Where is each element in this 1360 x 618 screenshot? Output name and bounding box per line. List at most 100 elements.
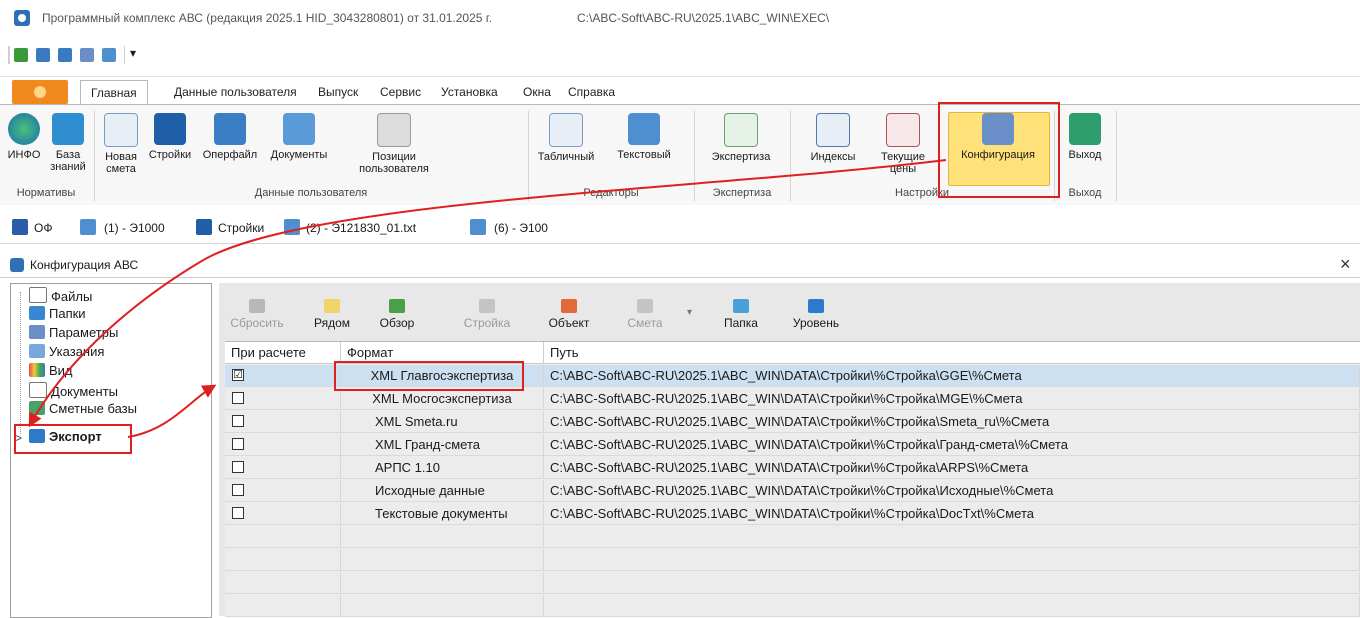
format-cell: XML Smeta.ru <box>341 411 544 433</box>
tab-windows[interactable]: Окна <box>523 80 551 104</box>
calc-checkbox[interactable] <box>232 484 244 496</box>
column-header-calc[interactable]: При расчете <box>225 342 341 364</box>
app-icon[interactable] <box>14 10 30 26</box>
tab-user-data[interactable]: Данные пользователя <box>174 80 297 104</box>
tab-service[interactable]: Сервис <box>380 80 421 104</box>
buildings-icon[interactable] <box>58 48 72 62</box>
table-row[interactable]: XML Гранд-смета C:\ABC-Soft\ABC-RU\2025.… <box>225 434 1360 456</box>
add-object-icon <box>561 299 577 313</box>
format-cell: XML Мосгосэкспертиза <box>341 388 544 410</box>
qat-separator <box>124 46 125 64</box>
expertise-button[interactable]: Экспертиза <box>700 105 782 163</box>
buildings-icon <box>196 219 212 235</box>
new-document-icon <box>104 113 138 147</box>
path-cell[interactable]: C:\ABC-Soft\ABC-RU\2025.1\ABC_WIN\DATA\С… <box>544 365 1360 387</box>
user-positions-button[interactable]: Позиции пользователя <box>346 105 442 175</box>
operfile-button[interactable]: Оперфайл <box>198 105 262 161</box>
calc-checkbox[interactable] <box>232 438 244 450</box>
title-bar: Программный комплекс АВС (редакция 2025.… <box>0 0 1360 36</box>
tree-icon[interactable] <box>36 48 50 62</box>
text-editor-button[interactable]: Текстовый <box>608 105 680 161</box>
doc-tab-e1000[interactable]: (1) - Э1000 <box>104 221 165 235</box>
table-row[interactable]: XML Мосгосэкспертиза C:\ABC-Soft\ABC-RU\… <box>225 388 1360 410</box>
new-folder-icon <box>733 299 749 313</box>
knowledge-base-button[interactable]: База знаний <box>46 105 90 173</box>
path-cell[interactable]: C:\ABC-Soft\ABC-RU\2025.1\ABC_WIN\DATA\С… <box>544 480 1360 502</box>
qat-divider <box>8 46 10 64</box>
object-button[interactable]: Объект <box>539 293 599 330</box>
qat-dropdown-icon[interactable]: ▾ <box>130 46 136 60</box>
folder-button[interactable]: Папка <box>713 293 769 330</box>
tree-item-documents[interactable]: Документы <box>29 382 118 399</box>
current-prices-button[interactable]: Текущие цены <box>870 105 936 175</box>
table-row[interactable]: XML Smeta.ru C:\ABC-Soft\ABC-RU\2025.1\A… <box>225 411 1360 433</box>
tree-item-parameters[interactable]: Параметры <box>29 325 118 340</box>
documents-icon <box>283 113 315 145</box>
tab-output[interactable]: Выпуск <box>318 80 358 104</box>
table-row[interactable]: Исходные данные C:\ABC-Soft\ABC-RU\2025.… <box>225 480 1360 502</box>
group-label-editors: Редакторы <box>583 187 639 199</box>
file-icon <box>29 287 47 303</box>
tab-main[interactable]: Главная <box>80 80 148 105</box>
column-header-path[interactable]: Путь <box>544 342 1360 364</box>
new-estimate-button[interactable]: Новая смета <box>98 105 144 175</box>
browse-button[interactable]: Обзор <box>369 293 425 330</box>
config-window-title: Конфигурация АВС <box>30 258 139 272</box>
reset-button[interactable]: Сбросить <box>225 293 289 330</box>
smeta-dropdown-icon[interactable]: ▾ <box>687 307 692 318</box>
tree-item-folders[interactable]: Папки <box>29 306 86 321</box>
config-window-titlebar: Конфигурация АВС × <box>0 253 1360 278</box>
path-cell[interactable]: C:\ABC-Soft\ABC-RU\2025.1\ABC_WIN\DATA\С… <box>544 411 1360 433</box>
construction-icon <box>214 113 246 145</box>
edit-icon[interactable] <box>102 48 116 62</box>
format-cell: Исходные данные <box>341 480 544 502</box>
format-cell: АРПС 1.10 <box>341 457 544 479</box>
path-cell[interactable]: C:\ABC-Soft\ABC-RU\2025.1\ABC_WIN\DATA\С… <box>544 457 1360 479</box>
group-label-norms: Нормативы <box>16 187 76 199</box>
indexes-button[interactable]: Индексы <box>800 105 866 163</box>
annotation-box-format <box>334 361 524 391</box>
info-button[interactable]: ИНФО <box>2 105 46 161</box>
doc-tab-stroyki[interactable]: Стройки <box>218 221 264 235</box>
tree-item-files[interactable]: Файлы <box>29 287 92 304</box>
exit-button[interactable]: Выход <box>1058 105 1112 161</box>
close-icon[interactable]: × <box>1340 254 1351 275</box>
quick-access-toolbar: ▾ <box>0 36 1360 77</box>
table-row[interactable]: Текстовые документы C:\ABC-Soft\ABC-RU\2… <box>225 503 1360 525</box>
tree-item-view[interactable]: Вид <box>29 363 73 378</box>
browse-tree-icon <box>389 299 405 313</box>
doc-tab-of[interactable]: ОФ <box>34 221 52 235</box>
doc-tab-e121830[interactable]: (2) - Э121830_01.txt <box>306 221 416 235</box>
path-cell[interactable]: C:\ABC-Soft\ABC-RU\2025.1\ABC_WIN\DATA\С… <box>544 388 1360 410</box>
empty-row <box>225 572 1360 594</box>
calc-checkbox[interactable] <box>232 392 244 404</box>
empty-row <box>225 595 1360 617</box>
stroyki-button[interactable]: Стройки <box>144 105 196 161</box>
table-row[interactable]: АРПС 1.10 C:\ABC-Soft\ABC-RU\2025.1\ABC_… <box>225 457 1360 479</box>
path-cell[interactable]: C:\ABC-Soft\ABC-RU\2025.1\ABC_WIN\DATA\С… <box>544 434 1360 456</box>
calc-checkbox[interactable] <box>232 461 244 473</box>
file-menu-button[interactable] <box>12 80 68 104</box>
refresh-icon[interactable] <box>14 48 28 62</box>
stroyka-button[interactable]: Стройка <box>451 293 523 330</box>
export-toolbar: Сбросить Рядом Обзор Стройка Объект Смет… <box>219 293 1019 337</box>
calc-checkbox[interactable] <box>232 507 244 519</box>
table-editor-button[interactable]: Табличный <box>532 105 600 163</box>
empty-row <box>225 526 1360 548</box>
documents-button[interactable]: Документы <box>262 105 336 161</box>
config-icon[interactable] <box>80 48 94 62</box>
tree-item-instructions[interactable]: Указания <box>29 344 104 359</box>
tab-help[interactable]: Справка <box>568 80 615 104</box>
doc-tab-e100[interactable]: (6) - Э100 <box>494 221 548 235</box>
smeta-button[interactable]: Смета <box>617 293 673 330</box>
group-label-user-data: Данные пользователя <box>254 187 368 199</box>
nearby-button[interactable]: Рядом <box>305 293 359 330</box>
tab-install[interactable]: Установка <box>441 80 498 104</box>
index-table-icon <box>816 113 850 147</box>
path-cell[interactable]: C:\ABC-Soft\ABC-RU\2025.1\ABC_WIN\DATA\С… <box>544 503 1360 525</box>
calc-checkbox[interactable]: ☑ <box>232 369 244 381</box>
level-button[interactable]: Уровень <box>781 293 851 330</box>
calc-checkbox[interactable] <box>232 415 244 427</box>
level-up-icon <box>808 299 824 313</box>
tree-item-estimate-bases[interactable]: Сметные базы <box>29 401 137 416</box>
